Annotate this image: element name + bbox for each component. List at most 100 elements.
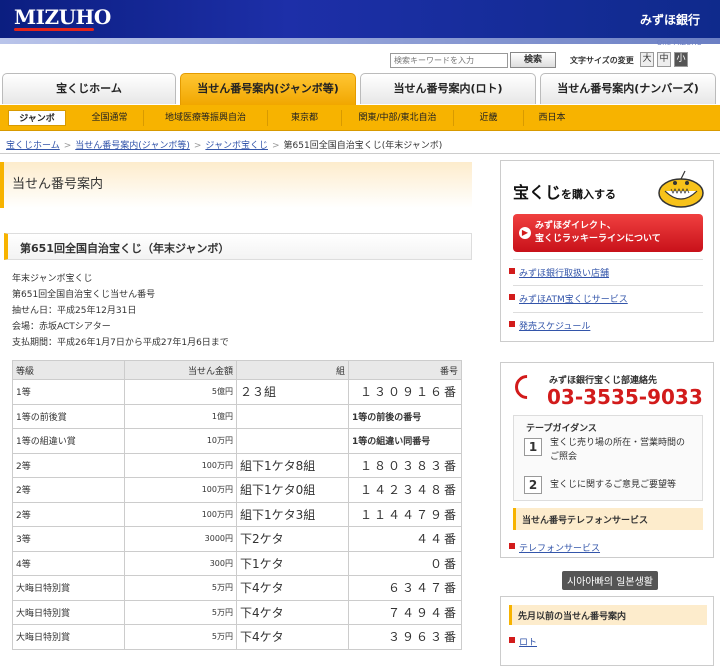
divider: [513, 312, 703, 313]
cell-number: ３９６３番: [348, 624, 462, 650]
font-size-large[interactable]: 大: [640, 52, 654, 67]
cell-number: ６３４７番: [348, 575, 462, 601]
cell-group: [236, 428, 349, 454]
breadcrumb: 宝くじホーム > 当せん番号案内(ジャンボ等) > ジャンボ宝くじ > 第651回全国自治宝…: [6, 141, 443, 151]
cell-number: １１４４７９番: [348, 501, 462, 527]
subnav-regional-medical[interactable]: 地域医療等振興自治: [144, 110, 268, 126]
cell-grade: 4等: [12, 550, 125, 576]
info-venue: 会場：赤坂ACTシアター: [12, 322, 111, 332]
table-row: 1等の前後賞 1億円 1等の前後の番号: [12, 403, 462, 429]
subnav-tokyo[interactable]: 東京都: [268, 110, 342, 126]
cell-number: １４２３４８番: [348, 477, 462, 503]
subnav-national[interactable]: 全国通常: [76, 110, 144, 126]
tab-numbers[interactable]: 当せん番号案内(ナンバーズ): [540, 73, 716, 104]
subnav-jumbo[interactable]: ジャンボ: [8, 110, 66, 126]
search-button[interactable]: 検索: [510, 52, 556, 68]
cell-group: [236, 403, 349, 429]
tab-lottery-home[interactable]: 宝くじホーム: [2, 73, 176, 104]
guide-number-2: 2: [524, 476, 542, 494]
link-sales-schedule[interactable]: 発売スケジュール: [508, 319, 590, 332]
watermark: 시아아빠의 일본생활: [562, 571, 658, 590]
guide-number-1: 1: [524, 438, 542, 456]
table-row: 1等 5億円 ２３組 １３０９１６番: [12, 379, 462, 405]
breadcrumb-jumbo-lottery[interactable]: ジャンボ宝くじ: [205, 141, 268, 151]
cell-grade: 大晦日特別賞: [12, 599, 125, 625]
search-input[interactable]: [390, 53, 508, 68]
cell-grade: 1等の前後賞: [12, 403, 125, 429]
table-row: 2等 100万円 組下1ケタ3組 １１４４７９番: [12, 501, 462, 527]
section-title: 第651回全国自治宝くじ（年末ジャンボ）: [20, 242, 230, 255]
info-payment-period: 支払期間：平成26年1月7日から平成27年1月6日まで: [12, 338, 229, 348]
cell-grade: 大晦日特別賞: [12, 575, 125, 601]
page-title-bar: 当せん番号案内: [0, 162, 472, 208]
cell-grade: 3等: [12, 526, 125, 552]
tape-guidance-box: テープガイダンス 1 宝くじ売り場の所在・営業時間の ご照会 2 宝くじに関するご…: [513, 415, 703, 501]
font-size-label: 文字サイズの変更: [570, 56, 634, 65]
col-header-amount: 当せん金額: [124, 360, 237, 380]
cell-grade: 大晦日特別賞: [12, 624, 125, 650]
breadcrumb-jumbo-guide[interactable]: 当せん番号案内(ジャンボ等): [75, 141, 190, 151]
contact-phone[interactable]: 03-3535-9033: [547, 385, 703, 409]
col-header-grade: 等級: [12, 360, 125, 380]
subnav-west-japan[interactable]: 西日本: [524, 110, 580, 126]
table-row: 1等の組違い賞 10万円 1等の組違い同番号: [12, 428, 462, 454]
site-header: MIZUHO みずほ銀行: [0, 0, 720, 38]
subnav-kinki[interactable]: 近畿: [454, 110, 524, 126]
cell-number: １８０３８３番: [348, 452, 462, 478]
cell-group: 組下1ケタ0組: [236, 477, 349, 503]
guide-text-1: 宝くじ売り場の所在・営業時間の ご照会: [550, 438, 686, 462]
subnav-kanto[interactable]: 関東/中部/東北自治: [342, 110, 454, 126]
cell-number: 1等の前後の番号: [348, 403, 462, 429]
main-tabs: 宝くじホーム 当せん番号案内(ジャンボ等) 当せん番号案内(ロト) 当せん番号案…: [0, 73, 720, 105]
cell-amount: 5万円: [124, 599, 237, 625]
cell-group: 下2ケタ: [236, 526, 349, 552]
cell-amount: 300円: [124, 550, 237, 576]
buy-title: 宝くじを購入する: [513, 183, 617, 202]
sub-nav: ジャンボ 全国通常 地域医療等振興自治 東京都 関東/中部/東北自治 近畿 西日…: [0, 105, 720, 131]
logo-swoosh: [14, 28, 94, 31]
link-previous-loto[interactable]: ロト: [508, 635, 537, 648]
divider: [513, 285, 703, 286]
cell-group: ２３組: [236, 379, 349, 405]
cell-grade: 2等: [12, 452, 125, 478]
table-row: 大晦日特別賞 5万円 下4ケタ ７４９４番: [12, 599, 462, 625]
font-size-small[interactable]: 小: [674, 52, 688, 67]
table-row: 大晦日特別賞 5万円 下4ケタ ３９６３番: [12, 624, 462, 650]
link-phone-service[interactable]: テレフォンサービス: [508, 541, 600, 554]
link-branch-stores[interactable]: みずほ銀行取扱い店舗: [508, 266, 609, 279]
breadcrumb-divider: [0, 153, 720, 154]
table-row: 大晦日特別賞 5万円 下4ケタ ６３４７番: [12, 575, 462, 601]
table-row: 4等 300円 下1ケタ ０番: [12, 550, 462, 576]
table-row: 2等 100万円 組下1ケタ0組 １４２３４８番: [12, 477, 462, 503]
breadcrumb-lottery-home[interactable]: 宝くじホーム: [6, 141, 60, 151]
cell-amount: 5億円: [124, 379, 237, 405]
divider: [513, 259, 703, 260]
cell-group: 組下1ケタ3組: [236, 501, 349, 527]
cell-group: 組下1ケタ8組: [236, 452, 349, 478]
cell-number: ７４９４番: [348, 599, 462, 625]
cell-group: 下4ケタ: [236, 599, 349, 625]
cell-group: 下4ケタ: [236, 624, 349, 650]
col-header-group: 組: [236, 360, 349, 380]
mascot-icon: [658, 170, 704, 208]
mizuho-logo[interactable]: MIZUHO: [14, 5, 111, 29]
font-size-medium[interactable]: 中: [657, 52, 671, 67]
buy-lottery-box: 宝くじを購入する ▶ みずほダイレクト、 宝くじラッキーラインについて みずほ銀…: [500, 160, 714, 342]
tab-jumbo[interactable]: 当せん番号案内(ジャンボ等): [180, 73, 356, 105]
table-body: 1等 5億円 ２３組 １３０９１６番 1等の前後賞 1億円 1等の前後の番号 1等の組違い賞 1…: [12, 379, 462, 650]
table-row: 2等 100万円 組下1ケタ8組 １８０３８３番: [12, 452, 462, 478]
cell-amount: 5万円: [124, 575, 237, 601]
cell-amount: 1億円: [124, 403, 237, 429]
phone-icon: [510, 370, 544, 404]
header-strip: [0, 38, 720, 44]
mizuho-direct-button[interactable]: ▶ みずほダイレクト、 宝くじラッキーラインについて: [513, 214, 703, 252]
phone-service-heading: 当せん番号テレフォンサービス: [513, 508, 703, 530]
link-atm-lottery[interactable]: みずほATM宝くじサービス: [509, 292, 628, 305]
cell-number: １３０９１６番: [348, 379, 462, 405]
cell-group: 下1ケタ: [236, 550, 349, 576]
cell-number: 1等の組違い同番号: [348, 428, 462, 454]
cell-group: 下4ケタ: [236, 575, 349, 601]
previous-results-heading: 先月以前の当せん番号案内: [509, 605, 707, 625]
info-lottery-name: 年末ジャンボ宝くじ: [12, 274, 93, 284]
tab-loto[interactable]: 当せん番号案内(ロト): [360, 73, 536, 104]
